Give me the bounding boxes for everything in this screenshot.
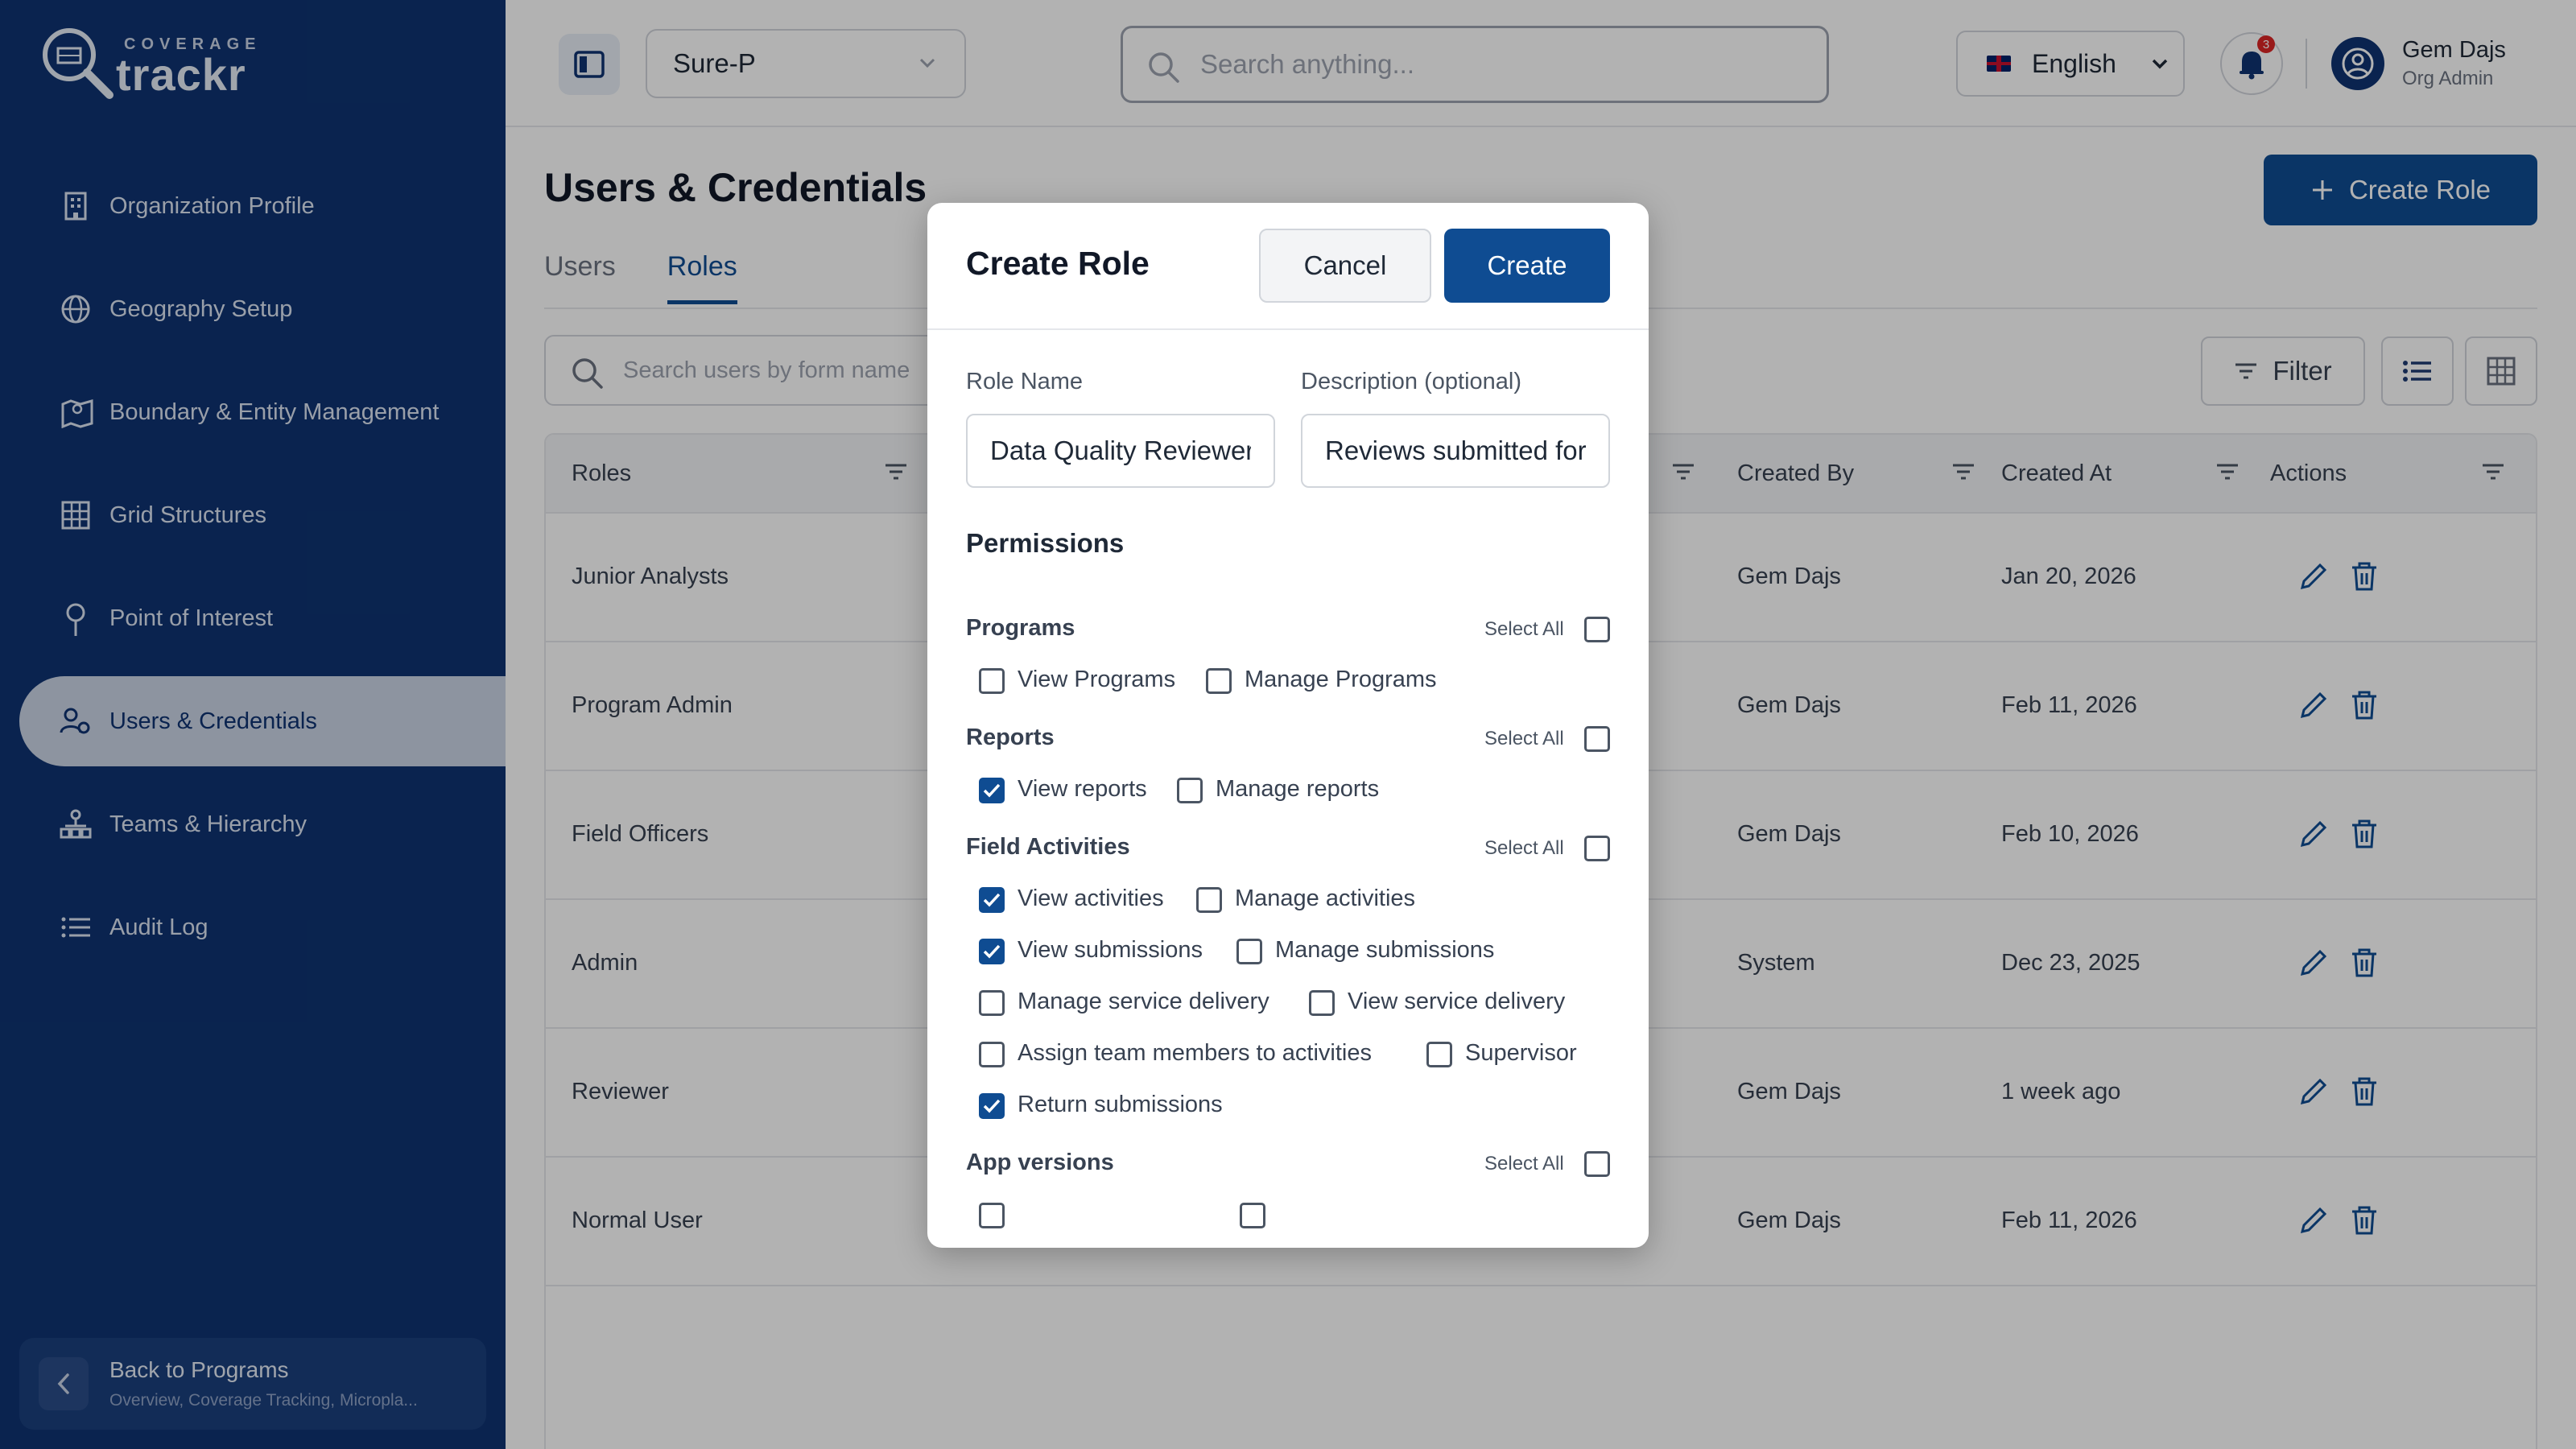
assign-team-members-label: Assign team members to activities — [1018, 1040, 1372, 1066]
permissions-title: Permissions — [966, 528, 1125, 558]
check-icon — [983, 1099, 1001, 1113]
view-programs-checkbox[interactable] — [979, 668, 1005, 694]
role-name-input[interactable] — [966, 414, 1275, 488]
check-icon — [983, 893, 1001, 907]
view-activities-label: View activities — [1018, 886, 1164, 911]
section-programs-title: Programs — [966, 615, 1075, 641]
description-label: Description (optional) — [1301, 369, 1522, 394]
description-input[interactable] — [1301, 414, 1610, 488]
view-service-delivery-checkbox[interactable] — [1309, 990, 1335, 1016]
manage-service-delivery-label: Manage service delivery — [1018, 989, 1269, 1014]
view-reports-label: View reports — [1018, 776, 1147, 802]
manage-submissions-checkbox[interactable] — [1236, 939, 1262, 964]
check-icon — [983, 944, 1001, 959]
view-programs-label: View Programs — [1018, 667, 1176, 692]
assign-team-members-checkbox[interactable] — [979, 1042, 1005, 1067]
manage-reports-checkbox[interactable] — [1177, 778, 1203, 803]
app-versions-option-checkbox[interactable] — [1240, 1203, 1265, 1228]
manage-programs-label: Manage Programs — [1245, 667, 1437, 692]
return-submissions-label: Return submissions — [1018, 1092, 1223, 1117]
view-reports-checkbox[interactable] — [979, 778, 1005, 803]
select-all-label: Select All — [1484, 1153, 1564, 1174]
supervisor-label: Supervisor — [1465, 1040, 1577, 1066]
modal-divider — [927, 328, 1649, 330]
create-button[interactable]: Create — [1444, 229, 1610, 303]
supervisor-checkbox[interactable] — [1426, 1042, 1452, 1067]
view-activities-checkbox[interactable] — [979, 887, 1005, 913]
section-app-versions-title: App versions — [966, 1150, 1114, 1175]
field-select-all-checkbox[interactable] — [1584, 836, 1610, 861]
manage-service-delivery-checkbox[interactable] — [979, 990, 1005, 1016]
create-role-modal: Create Role Cancel Create Role Name Desc… — [927, 203, 1649, 1248]
select-all-label: Select All — [1484, 618, 1564, 640]
section-field-activities-title: Field Activities — [966, 834, 1130, 860]
app-versions-select-all-checkbox[interactable] — [1584, 1151, 1610, 1177]
view-service-delivery-label: View service delivery — [1348, 989, 1566, 1014]
modal-title: Create Role — [966, 245, 1150, 282]
select-all-label: Select All — [1484, 837, 1564, 859]
select-all-label: Select All — [1484, 728, 1564, 749]
view-submissions-checkbox[interactable] — [979, 939, 1005, 964]
cancel-button[interactable]: Cancel — [1259, 229, 1431, 303]
manage-activities-checkbox[interactable] — [1196, 887, 1222, 913]
manage-reports-label: Manage reports — [1216, 776, 1380, 802]
reports-select-all-checkbox[interactable] — [1584, 726, 1610, 752]
manage-programs-checkbox[interactable] — [1206, 668, 1232, 694]
section-reports-title: Reports — [966, 724, 1055, 750]
view-submissions-label: View submissions — [1018, 937, 1203, 963]
check-icon — [983, 783, 1001, 798]
return-submissions-checkbox[interactable] — [979, 1093, 1005, 1119]
manage-activities-label: Manage activities — [1235, 886, 1416, 911]
role-name-label: Role Name — [966, 369, 1084, 394]
manage-submissions-label: Manage submissions — [1275, 937, 1495, 963]
app-versions-option-checkbox[interactable] — [979, 1203, 1005, 1228]
programs-select-all-checkbox[interactable] — [1584, 617, 1610, 642]
